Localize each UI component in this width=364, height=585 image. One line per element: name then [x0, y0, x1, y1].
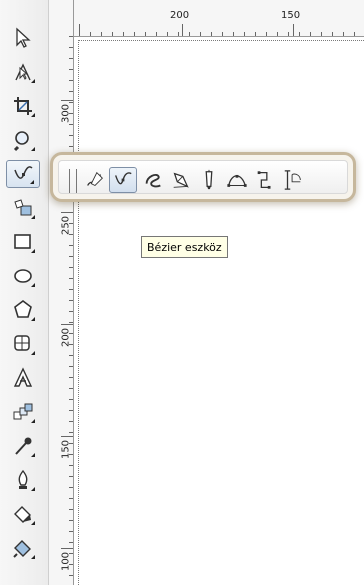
page-border: [78, 40, 364, 585]
eyedropper-tool-button[interactable]: [6, 432, 40, 460]
interactive-fill-tool-button[interactable]: [6, 534, 40, 562]
ruler-label: 300: [60, 103, 72, 124]
connector-icon: [257, 171, 271, 189]
pick-tool-button[interactable]: [6, 24, 40, 52]
flyout-indicator: [30, 180, 34, 184]
ellipse-tool-button[interactable]: [6, 262, 40, 290]
crop-tool-button[interactable]: [6, 92, 40, 120]
tooltip: Bézier eszköz: [141, 236, 228, 258]
polygon-tool-button[interactable]: [6, 296, 40, 324]
smart-fill-tool-button[interactable]: [6, 194, 40, 222]
flyout-indicator: [31, 351, 35, 355]
connector-tool-button[interactable]: [251, 167, 279, 193]
flyout-indicator: [31, 487, 35, 491]
ruler-tick: [61, 324, 73, 325]
flyout-indicator: [31, 215, 35, 219]
ruler-label: 200: [60, 327, 72, 348]
rectangle-tool-button[interactable]: [6, 228, 40, 256]
pen-nib-icon: [173, 172, 189, 188]
fill-tool-button[interactable]: [6, 500, 40, 528]
freehand-tool-button[interactable]: [81, 167, 109, 193]
three-point-curve-tool-button[interactable]: [223, 167, 251, 193]
coreldraw-window: ⇲ 200 150 300 250 200 150 100: [0, 0, 364, 585]
ruler-label: 250: [60, 215, 72, 236]
freehand-pencil-icon: [87, 171, 103, 187]
ruler-tick: [61, 436, 73, 437]
flyout-grip-handle[interactable]: [69, 169, 77, 193]
ruler-minor-ticks: [79, 32, 364, 36]
ruler-tick: [61, 212, 73, 213]
curve-tool-button[interactable]: [6, 160, 40, 188]
three-point-curve-icon: [227, 174, 247, 187]
bezier-node-icon: [115, 172, 132, 185]
dimension-tool-button[interactable]: [279, 167, 307, 193]
toolbox: [0, 0, 49, 585]
flyout-indicator: [31, 79, 35, 83]
ruler-label: 150: [281, 10, 301, 21]
flyout-indicator: [31, 317, 35, 321]
arrow-pointer-icon: [16, 27, 31, 48]
ruler-tick: [61, 100, 73, 101]
flyout-toolbar: [58, 160, 348, 194]
vertical-ruler[interactable]: 300 250 200 150 100: [49, 0, 74, 585]
flyout-indicator: [31, 283, 35, 287]
text-a-icon: [13, 367, 33, 387]
flyout-indicator: [31, 419, 35, 423]
horizontal-ruler[interactable]: ⇲ 200 150: [49, 0, 364, 37]
flyout-indicator: [31, 555, 35, 559]
flyout-indicator: [31, 113, 35, 117]
dimension-icon: [284, 170, 301, 190]
bezier-tool-button[interactable]: [109, 167, 137, 193]
flyout-indicator: [31, 249, 35, 253]
shape-tool-button[interactable]: [6, 58, 40, 86]
interactive-blend-tool-button[interactable]: [6, 398, 40, 426]
polyline-icon: [205, 169, 213, 190]
ruler-label: 150: [60, 439, 72, 460]
curve-tools-flyout: [50, 152, 356, 202]
artistic-media-tool-button[interactable]: [139, 167, 167, 193]
flyout-indicator: [31, 521, 35, 525]
ruler-label: 200: [170, 10, 190, 21]
zoom-tool-button[interactable]: [6, 126, 40, 154]
basic-shapes-tool-button[interactable]: [6, 330, 40, 358]
flyout-indicator: [31, 453, 35, 457]
ruler-label: 100: [60, 551, 72, 572]
pen-tool-button[interactable]: [167, 167, 195, 193]
artistic-media-icon: [145, 173, 161, 188]
flyout-indicator: [31, 147, 35, 151]
text-tool-button[interactable]: [6, 364, 40, 392]
ruler-tick: [61, 548, 73, 549]
outline-tool-button[interactable]: [6, 466, 40, 494]
polyline-tool-button[interactable]: [195, 167, 223, 193]
